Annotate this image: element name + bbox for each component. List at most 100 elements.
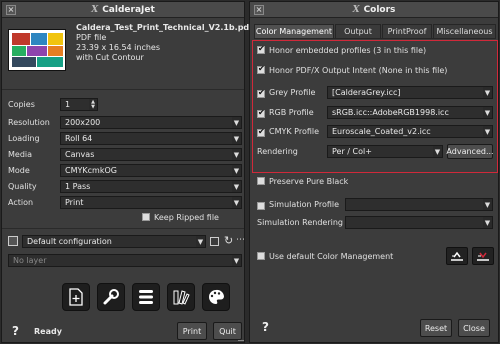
new-document-button[interactable] [62,283,90,311]
more-icon[interactable]: ⋯ [236,235,245,245]
close-icon[interactable]: × [254,5,264,15]
x-logo-icon: X [91,4,99,15]
cmyk-profile-select[interactable]: Euroscale_Coated_v2.icc ▼ [327,125,493,138]
simulation-rendering-row: Simulation Rendering ▼ [257,216,493,230]
preserve-black-checkbox[interactable] [257,177,265,185]
help-icon[interactable]: ? [262,320,269,334]
mode-select[interactable]: CMYKcmkOG ▼ [60,164,242,177]
toolbar [62,283,242,313]
dropdown-arrow-icon: ▼ [232,197,241,208]
honor-intent-checkbox[interactable] [257,64,265,74]
quality-row: Quality 1 Pass ▼ [8,180,242,194]
window-title: CalderaJet [102,4,155,15]
copies-label: Copies [8,100,35,109]
job-filename: Caldera_Test_Print_Technical_V2.1b.pdf [76,23,253,32]
mode-value: CMYKcmkOG [65,166,117,175]
refresh-icon[interactable]: ↻ [224,234,233,247]
rgb-profile-checkbox[interactable] [257,108,265,118]
loading-label: Loading [8,134,40,143]
job-thumbnail [8,29,66,71]
rendering-label: Rendering [257,147,298,156]
mode-label: Mode [8,166,30,175]
rgb-profile-select[interactable]: sRGB.icc::AdobeRGB1998.icc ▼ [327,106,493,119]
palette-button[interactable] [202,283,230,311]
honor-intent-row: Honor PDF/X Output Intent (None in this … [257,64,493,76]
preserve-black-row: Preserve Pure Black [257,175,493,187]
mode-row: Mode CMYKcmkOG ▼ [8,164,242,178]
import-profile-button[interactable] [446,247,468,265]
grey-profile-select[interactable]: [CalderaGrey.icc] ▼ [327,86,493,99]
loading-select[interactable]: Roll 64 ▼ [60,132,242,145]
quality-select[interactable]: 1 Pass ▼ [60,180,242,193]
rgb-profile-label: RGB Profile [269,108,314,117]
advanced-button[interactable]: Advanced... [446,144,494,159]
grey-profile-checkbox[interactable] [257,88,265,98]
simulation-profile-checkbox[interactable] [257,201,265,210]
simulation-rendering-select[interactable]: ▼ [345,216,493,229]
action-label: Action [8,198,34,207]
loading-value: Roll 64 [65,134,93,143]
save-icon[interactable] [210,237,219,246]
dropdown-arrow-icon: ▼ [483,107,492,118]
calderajet-titlebar: × X CalderaJet [2,2,244,18]
stepper-arrows-icon[interactable]: ▲ ▼ [89,99,97,110]
action-select[interactable]: Print ▼ [60,196,242,209]
tab-miscellaneous[interactable]: Miscellaneous [433,24,496,38]
export-icon [477,252,489,261]
close-icon[interactable]: × [6,5,16,15]
dropdown-arrow-icon: ▼ [433,146,442,157]
simulation-profile-select[interactable]: ▼ [345,198,493,211]
configuration-select[interactable]: Default configuration ▼ [22,235,206,248]
export-profile-button[interactable] [472,247,494,265]
use-default-label: Use default Color Management [269,251,394,261]
close-button[interactable]: Close [458,319,490,337]
job-info: Caldera_Test_Print_Technical_V2.1b.pdf P… [76,20,253,63]
copies-row: Copies 1 ▲ ▼ [8,98,242,112]
tab-color-management[interactable]: Color Management [254,24,334,38]
action-row: Action Print ▼ [8,196,242,210]
resize-grip-icon[interactable] [238,340,244,342]
honor-profiles-checkbox[interactable] [257,44,265,54]
job-size: 23.39 x 16.54 inches [76,43,161,52]
layer-select[interactable]: No layer ▼ [8,254,242,267]
cmyk-profile-label: CMYK Profile [269,127,320,136]
tab-printproof[interactable]: PrintProof [382,24,432,38]
quality-label: Quality [8,182,37,191]
resolution-select[interactable]: 200x200 ▼ [60,116,242,129]
grey-profile-label: Grey Profile [269,88,316,97]
swatches-button[interactable] [167,283,195,311]
dropdown-arrow-icon: ▼ [483,126,492,137]
help-icon[interactable]: ? [12,324,19,338]
dropdown-arrow-icon: ▼ [232,117,241,128]
quit-button[interactable]: Quit [213,322,242,340]
rendering-row: Rendering Per / Col+ ▼ Advanced... [257,144,494,159]
media-select[interactable]: Canvas ▼ [60,148,242,161]
document-add-icon [69,288,83,306]
color-swatches-icon [173,290,190,305]
list-icon [139,290,153,304]
list-button[interactable] [132,283,160,311]
keep-ripped-checkbox[interactable] [142,213,150,221]
tools-button[interactable] [97,283,125,311]
use-default-checkbox[interactable] [257,252,265,260]
keep-ripped-label: Keep Ripped file [154,212,219,222]
dropdown-arrow-icon: ▼ [483,217,492,228]
copies-stepper[interactable]: 1 ▲ ▼ [60,98,98,111]
tab-output[interactable]: Output [335,24,381,38]
honor-intent-label: Honor PDF/X Output Intent (None in this … [269,65,448,75]
resolution-value: 200x200 [65,118,101,127]
window-title: Colors [363,4,396,15]
palette-icon [209,289,224,304]
cmyk-profile-row: CMYK Profile Euroscale_Coated_v2.icc ▼ [257,125,493,139]
resolution-label: Resolution [8,118,50,127]
reset-button[interactable]: Reset [420,319,452,337]
wrench-icon [103,289,119,305]
dropdown-arrow-icon: ▼ [232,165,241,176]
dropdown-arrow-icon: ▼ [232,149,241,160]
print-button[interactable]: Print [177,322,207,340]
rgb-profile-value: sRGB.icc::AdobeRGB1998.icc [332,108,449,117]
preserve-black-label: Preserve Pure Black [269,176,349,186]
tab-bar: Color Management Output PrintProof Misce… [254,24,496,38]
cmyk-profile-checkbox[interactable] [257,127,265,137]
rendering-select[interactable]: Per / Col+ ▼ [327,145,443,158]
